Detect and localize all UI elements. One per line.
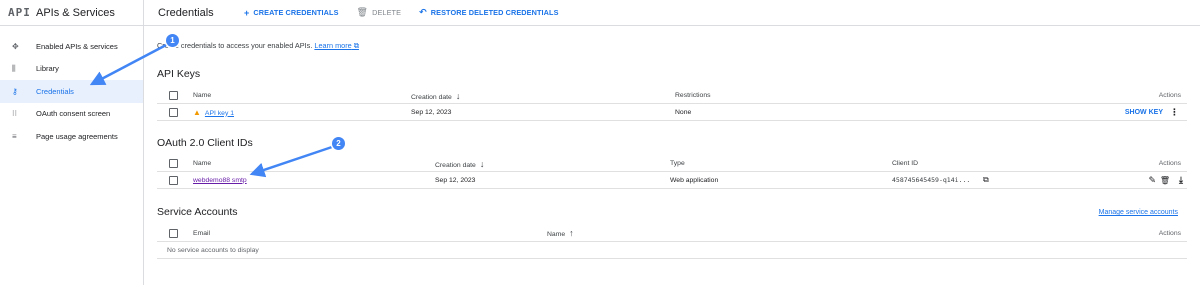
api-logo: API [8,6,31,19]
restrictions-value: None [675,108,692,116]
select-all-checkbox[interactable] [169,91,178,100]
key-icon: ⚷ [12,86,18,96]
settings-list-icon: ≡ [12,131,17,141]
learn-more-link[interactable]: Learn more ⧉ [314,41,359,50]
column-header-name: Name [193,160,212,167]
sidebar-title[interactable]: APIs & Services [36,7,115,19]
sidebar-header: API APIs & Services [0,0,143,26]
arrow-up-icon: ↑ [569,228,574,238]
creation-date: Sep 12, 2023 [411,108,452,116]
column-header-name: Name [193,92,212,99]
table-row: ▲ API key 1 Sep 12, 2023 None SHOW KEY ⋮ [157,104,1187,121]
manage-service-accounts-link[interactable]: Manage service accounts [1099,209,1178,216]
empty-row: No service accounts to display [157,242,1187,259]
sidebar-item-label: Enabled APIs & services [36,41,118,51]
oauth-client-name-link[interactable]: webdemo88 smtp [193,177,247,184]
page-title: Credentials [158,6,214,19]
delete-label: DELETE [372,8,402,17]
trash-icon: 🗑 [356,7,369,17]
sidebar: API APIs & Services ✥ Enabled APIs & ser… [0,0,144,285]
annotation-badge-1: 1 [166,34,179,47]
more-vert-icon[interactable]: ⋮ [1170,107,1179,118]
column-header-email: Email [193,229,210,237]
edit-icon[interactable]: ✎ [1148,175,1156,186]
delete-button[interactable]: 🗑 DELETE [357,7,402,18]
sidebar-nav: ✥ Enabled APIs & services ⫼ Library ⚷ Cr… [0,26,143,148]
show-key-button[interactable]: SHOW KEY [1125,109,1163,116]
sidebar-item-oauth-consent[interactable]: ⁝⁝ OAuth consent screen [0,103,143,126]
restore-icon: ↶ [419,7,427,17]
select-all-checkbox[interactable] [169,159,178,168]
download-icon[interactable]: ⤓ [1179,175,1183,186]
sidebar-item-label: Credentials [36,86,74,96]
table-header: Name Creation date ↓ Restrictions Actions [157,88,1187,104]
main-content: Create credentials to access your enable… [144,26,1200,285]
api-key-name[interactable]: ▲ API key 1 [193,108,234,117]
row-checkbox[interactable] [169,175,178,185]
table-row: webdemo88 smtp Sep 12, 2023 Web applicat… [157,172,1187,189]
client-id-value: 458745645459-q14i... [892,176,971,184]
creation-date: Sep 12, 2023 [435,176,476,184]
column-header-restrictions: Restrictions [675,92,711,99]
table-header: Email Name ↑ Actions [157,225,1187,242]
intro-sentence: Create credentials to access your enable… [157,41,313,50]
move-icon: ✥ [12,41,19,51]
consent-icon: ⁝⁝ [12,109,18,119]
restore-deleted-credentials-button[interactable]: ↶ RESTORE DELETED CREDENTIALS [419,7,559,18]
plus-icon: + [244,7,250,18]
sidebar-item-page-usage[interactable]: ≡ Page usage agreements [0,125,143,148]
empty-message: No service accounts to display [167,246,259,254]
library-icon: ⫼ [12,63,16,73]
sidebar-item-label: Page usage agreements [36,131,118,141]
toolbar: Credentials + CREATE CREDENTIALS 🗑 DELET… [144,0,1200,26]
column-header-actions: Actions [1158,92,1181,99]
client-type: Web application [670,176,719,184]
create-credentials-label: CREATE CREDENTIALS [253,8,339,17]
column-header-actions: Actions [1158,160,1181,167]
sidebar-item-label: Library [36,64,59,74]
sidebar-item-enabled-apis[interactable]: ✥ Enabled APIs & services [0,35,143,58]
api-keys-title: API Keys [157,68,201,80]
service-accounts-title: Service Accounts [157,206,238,218]
oauth-title: OAuth 2.0 Client IDs [157,137,253,149]
create-credentials-button[interactable]: + CREATE CREDENTIALS [244,8,339,18]
row-checkbox[interactable] [169,107,178,117]
column-header-actions: Actions [1158,229,1181,237]
sidebar-item-credentials[interactable]: ⚷ Credentials [0,80,143,103]
column-header-type: Type [670,160,685,167]
sidebar-item-library[interactable]: ⫼ Library [0,58,143,81]
column-header-creation-date[interactable]: Creation date ↓ [435,159,484,169]
column-header-name[interactable]: Name ↑ [547,228,574,238]
intro-text: Create credentials to access your enable… [157,41,359,51]
column-header-creation-date[interactable]: Creation date ↓ [411,91,460,101]
arrow-down-icon: ↓ [455,90,461,101]
restore-label: RESTORE DELETED CREDENTIALS [430,8,559,17]
select-all-checkbox[interactable] [169,228,178,238]
delete-icon[interactable]: 🗑 [1160,176,1170,185]
copy-icon[interactable]: ⧉ [983,175,989,185]
arrow-down-icon: ↓ [479,158,485,169]
warning-icon: ▲ [193,107,201,117]
table-header: Name Creation date ↓ Type Client ID Actio… [157,156,1187,172]
annotation-badge-2: 2 [332,137,345,150]
column-header-client-id: Client ID [892,160,919,167]
sidebar-item-label: OAuth consent screen [36,109,111,119]
